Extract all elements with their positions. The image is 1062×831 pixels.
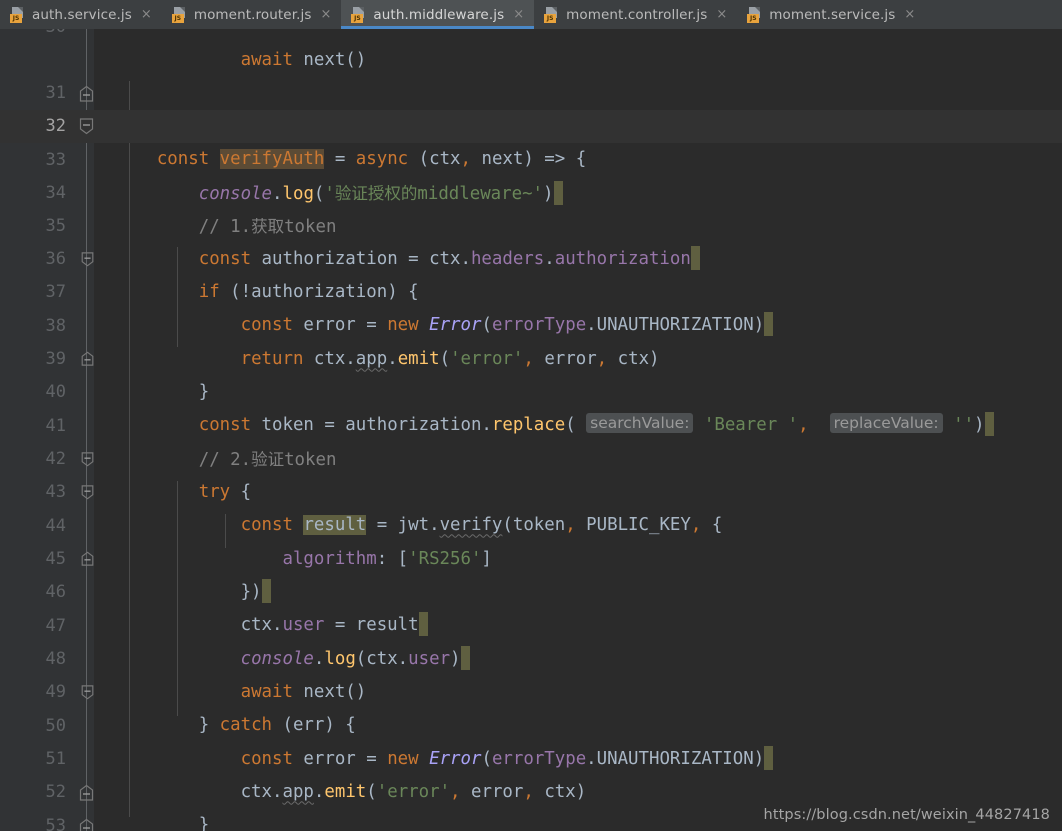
code-line[interactable]: 45 }): [0, 543, 1062, 604]
js-file-icon: JS: [171, 6, 187, 23]
code-line[interactable]: 43 const result = jwt.verify(token, PUBL…: [0, 476, 1062, 536]
code-line[interactable]: 34 // 1.获取token: [0, 177, 1062, 237]
line-number: 42: [45, 449, 66, 469]
close-icon[interactable]: ×: [511, 7, 526, 22]
watermark-text: https://blog.csdn.net/weixin_44827418: [763, 807, 1050, 823]
line-number: 44: [45, 516, 66, 536]
fold-marker-collapse-icon[interactable]: [78, 85, 95, 102]
fold-marker-collapse-icon[interactable]: [78, 818, 95, 831]
line-number: 35: [45, 216, 66, 236]
js-file-icon: JS: [10, 6, 25, 23]
tab-label: moment.service.js: [769, 6, 896, 23]
code-line[interactable]: 46 ctx.user = result: [0, 576, 1062, 637]
fold-marker-expand-icon[interactable]: [78, 118, 95, 135]
js-file-icon: JS: [747, 6, 762, 23]
line-number: 53: [45, 816, 66, 831]
line-number: 43: [45, 482, 66, 502]
code-line[interactable]: 36 if (!authorization) {: [0, 243, 1062, 302]
line-content[interactable]: }: [94, 810, 176, 831]
code-line[interactable]: 44 algorithm: ['RS256']: [0, 510, 1062, 569]
tab-moment-router-js[interactable]: JS moment.router.js ×: [162, 0, 342, 29]
code-line-current[interactable]: 32 const verifyAuth = async (ctx, next) …: [0, 110, 1062, 170]
line-number: 47: [45, 616, 66, 636]
tab-label: moment.controller.js: [566, 6, 708, 23]
code-line[interactable]: 49 } catch (err) {: [0, 676, 1062, 735]
tab-label: auth.service.js: [32, 6, 132, 23]
code-line[interactable]: 42 try {: [0, 443, 1062, 502]
code-line[interactable]: 39 }: [0, 343, 1062, 402]
js-file-icon: JS: [544, 6, 559, 23]
code-line[interactable]: 48 await next(): [0, 643, 1062, 702]
tab-auth-middleware-js[interactable]: JS auth.middleware.js ×: [341, 0, 535, 29]
code-line[interactable]: 37 const error = new Error(errorType.UNA…: [0, 276, 1062, 337]
line-number: 49: [45, 682, 66, 702]
line-number: 39: [45, 349, 66, 369]
close-icon[interactable]: ×: [902, 7, 917, 22]
line-number: 41: [45, 416, 66, 436]
code-line[interactable]: 50 const error = new Error(errorType.UNA…: [0, 710, 1062, 771]
code-editor[interactable]: 30 await next() 31 } 32 const ver: [0, 29, 1062, 831]
line-number: 37: [45, 282, 66, 302]
close-icon[interactable]: ×: [714, 7, 729, 22]
code-line[interactable]: 30 await next(): [0, 29, 1062, 70]
line-number: 50: [45, 716, 66, 736]
line-number: 36: [45, 249, 66, 269]
code-line[interactable]: 31 }: [0, 77, 1062, 138]
tab-label: moment.router.js: [193, 6, 312, 23]
tab-auth-service-js[interactable]: JS auth.service.js ×: [0, 0, 162, 29]
js-file-icon: JS: [351, 6, 366, 23]
tab-moment-service-js[interactable]: JS moment.service.js ×: [737, 0, 925, 29]
close-icon[interactable]: ×: [318, 7, 333, 22]
line-number: 45: [45, 549, 66, 569]
code-line[interactable]: 41 // 2.验证token: [0, 410, 1062, 470]
line-number: 33: [45, 150, 66, 170]
tab-moment-controller-js[interactable]: JS moment.controller.js ×: [534, 0, 737, 29]
line-number: 38: [45, 316, 66, 336]
code-line[interactable]: 35 const authorization = ctx.headers.aut…: [0, 210, 1062, 271]
code-line[interactable]: 47 console.log(ctx.user): [0, 610, 1062, 671]
code-line[interactable]: 33 console.log('验证授权的middleware~'): [0, 144, 1062, 206]
tab-label: auth.middleware.js: [373, 6, 505, 23]
line-number: 32: [45, 116, 66, 136]
code-line[interactable]: 51 ctx.app.emit('error', error, ctx): [0, 743, 1062, 802]
line-number: 48: [45, 649, 66, 669]
line-number: 40: [45, 382, 66, 402]
line-number: 31: [45, 83, 66, 103]
line-number: 34: [45, 183, 66, 203]
code-line[interactable]: 52 }: [0, 776, 1062, 831]
close-icon[interactable]: ×: [139, 7, 154, 22]
editor-tab-bar: JS auth.service.js × JS moment.router.js…: [0, 0, 1062, 29]
code-line[interactable]: 40 const token = authorization.replace( …: [0, 376, 1062, 437]
code-line[interactable]: 38 return ctx.app.emit('error', error, c…: [0, 310, 1062, 369]
line-number: 30: [0, 29, 66, 44]
line-number: 52: [45, 782, 66, 802]
line-number: 46: [45, 582, 66, 602]
fold-marker-collapse-icon[interactable]: [78, 784, 95, 801]
line-number: 51: [45, 749, 66, 769]
